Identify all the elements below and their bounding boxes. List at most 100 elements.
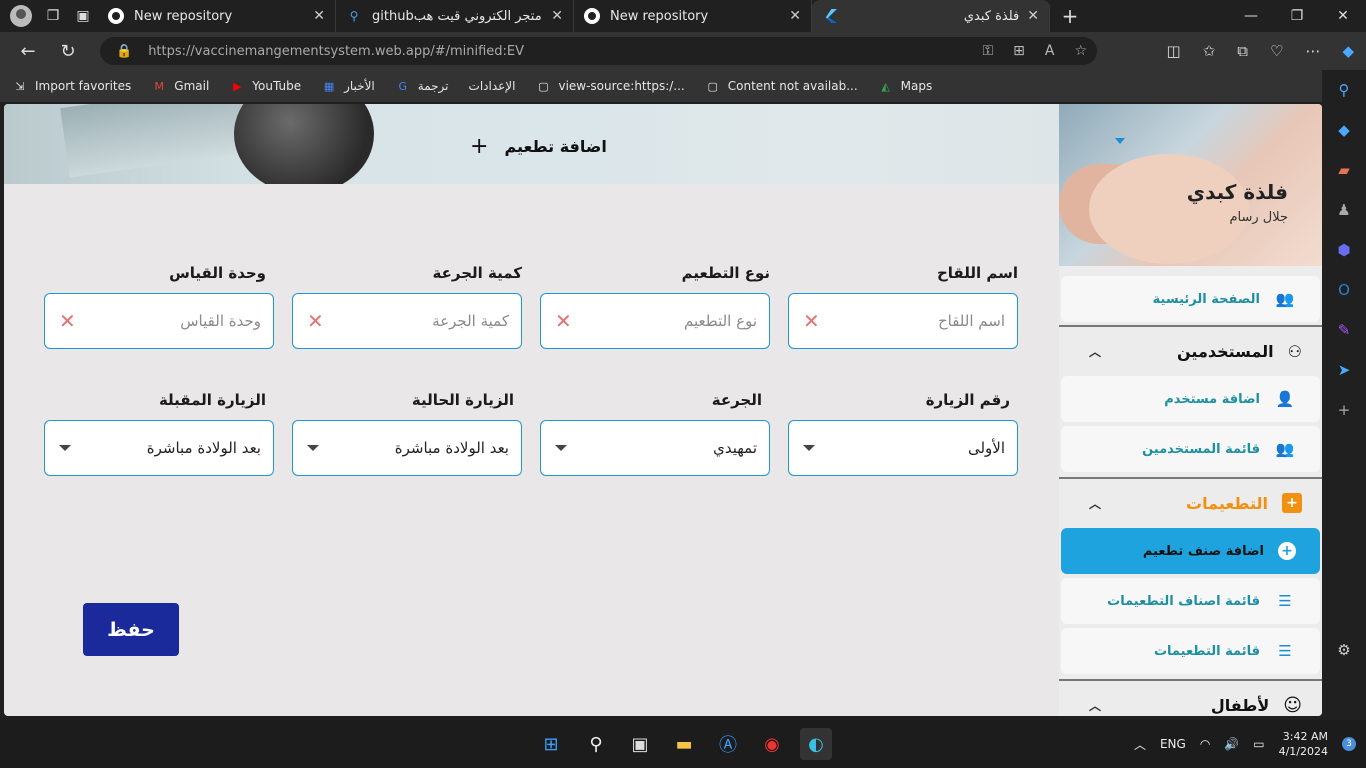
refresh-icon[interactable]: ↻ [48,41,88,62]
copilot-icon[interactable]: ◆ [1342,42,1354,60]
bookmark-view-source[interactable]: ▢ view-source:https:/... [535,78,684,94]
dose-select[interactable]: تمهيدي [540,420,770,476]
menu-item-add-user[interactable]: اضافة مستخدم 👤 [1061,376,1320,422]
menu-item-label: قائمة اصناف التطعيمات [1107,593,1260,609]
collections-icon[interactable]: ⧉ [1237,42,1248,60]
next-visit-value: بعد الولادة مباشرة [146,439,261,457]
games-icon[interactable]: ♟ [1322,190,1366,230]
chevron-up-icon[interactable]: ︿ [1089,495,1101,512]
search-icon[interactable]: ⚲ [580,728,612,760]
wifi-icon[interactable]: ◠ [1200,737,1210,751]
chevron-up-icon[interactable]: ︿ [1134,736,1146,753]
edge-icon[interactable]: ◐ [800,728,832,760]
vaccination-type-field[interactable]: ✕ نوع التطعيم [540,293,770,349]
battery-icon[interactable]: ▭ [1253,737,1264,751]
system-tray: ︿ ENG ◠ 🔊 ▭ 3:42 AM 4/1/2024 3 [1134,720,1356,768]
favorite-star-icon[interactable]: ☆ [1074,43,1087,59]
clear-icon[interactable]: ✕ [307,309,324,333]
add-sidebar-icon[interactable]: + [1322,390,1366,430]
visit-number-value: الأولى [967,439,1005,457]
tools-icon[interactable]: ▰ [1322,150,1366,190]
clear-icon[interactable]: ✕ [803,309,820,333]
page-icon: ▢ [707,79,718,93]
search-icon[interactable]: ⚲ [1322,70,1366,110]
bookmark-translate[interactable]: G ترجمة [395,78,449,94]
start-icon[interactable]: ⊞ [535,728,567,760]
key-icon[interactable]: ⚿ [982,43,993,59]
workspaces-icon[interactable]: ❐ [38,0,68,32]
designer-icon[interactable]: ✎ [1322,310,1366,350]
menu-item-add-vaccine-type[interactable]: اضافة صنف تطعيم + [1061,528,1320,574]
close-window-icon[interactable]: ✕ [1320,0,1366,32]
bookmark-news[interactable]: ▦ الأخبار [321,78,375,94]
vaccine-name-field[interactable]: ✕ اسم اللقاح [788,293,1018,349]
chevron-up-icon[interactable]: ︿ [1089,697,1101,714]
section-label: التطعيمات [1186,493,1268,513]
chevron-up-icon[interactable]: ︿ [1089,343,1101,360]
close-icon[interactable]: ✕ [313,8,325,24]
chrome-icon[interactable]: ◉ [756,728,788,760]
app-window: + اضافة تطعيم اسم اللقاح ✕ اسم اللقاح نو… [4,104,1322,716]
section-children[interactable]: ︿ لأطفال ☺ [1059,679,1322,716]
bookmark-youtube[interactable]: ▶ YouTube [229,78,301,94]
read-aloud-icon[interactable]: A [1045,43,1055,59]
dose-amount-field[interactable]: ✕ كمية الجرعة [292,293,522,349]
send-icon[interactable]: ➤ [1322,350,1366,390]
save-button[interactable]: حفظ [83,603,179,656]
settings-icon[interactable]: ⚙ [1322,630,1366,670]
close-icon[interactable]: ✕ [789,8,801,24]
bookmark-maps[interactable]: ◭ Maps [878,78,932,94]
new-tab-icon[interactable]: + [1050,0,1090,32]
copilot-app-icon[interactable]: ⬢ [1322,230,1366,270]
list-icon: ☰ [1278,592,1292,610]
apps-icon[interactable]: ⊞ [1013,43,1025,59]
app-icon[interactable]: Ⓐ [712,728,744,760]
file-explorer-icon[interactable]: ▬ [668,728,700,760]
clock[interactable]: 3:42 AM 4/1/2024 [1279,729,1328,759]
close-icon[interactable]: ✕ [551,8,563,24]
notification-badge[interactable]: 3 [1342,737,1356,751]
clear-icon[interactable]: ✕ [59,309,76,333]
shopping-icon[interactable]: ◆ [1322,110,1366,150]
bookmark-settings[interactable]: الإعدادات [469,79,516,93]
tab-3[interactable]: New repository ✕ [574,0,812,32]
bookmark-label: YouTube [252,79,302,93]
volume-icon[interactable]: 🔊 [1224,737,1239,751]
current-visit-select[interactable]: بعد الولادة مباشرة [292,420,522,476]
extensions-icon[interactable]: ♡ [1270,42,1283,60]
minimize-icon[interactable]: — [1228,0,1274,32]
profile-avatar[interactable] [10,5,32,27]
close-icon[interactable]: ✕ [1027,8,1039,24]
menu-item-users-list[interactable]: قائمة المستخدمين 👥 [1061,426,1320,472]
url-field[interactable]: 🔒 https://vaccinemangementsystem.web.app… [100,37,1097,65]
next-visit-label: الزيارة المقبلة [158,391,266,409]
visit-number-select[interactable]: الأولى [788,420,1018,476]
split-screen-icon[interactable]: ◫ [1167,42,1181,60]
person-add-icon: 👤 [1275,390,1295,408]
menu-item-vaccinations-list[interactable]: قائمة التطعيمات ☰ [1061,628,1320,674]
tab-2[interactable]: ⚲ githubتطبيق متجر الكتروني قيت هب ✕ [336,0,574,32]
back-icon[interactable]: ← [8,41,48,62]
more-icon[interactable]: ⋯ [1305,42,1320,60]
restore-icon[interactable]: ❐ [1274,0,1320,32]
next-visit-select[interactable]: بعد الولادة مباشرة [44,420,274,476]
tab-1[interactable]: New repository ✕ [98,0,336,32]
section-vaccinations[interactable]: ︿ التطعيمات + [1059,477,1322,527]
task-view-icon[interactable]: ▣ [624,728,656,760]
bookmark-gmail[interactable]: M Gmail [151,78,210,94]
unit-field[interactable]: ✕ وحدة القياس [44,293,274,349]
tab-title: New repository [134,8,233,24]
translate-icon: G [398,79,408,93]
tab-actions-icon[interactable]: ▣ [68,0,98,32]
bookmark-import[interactable]: ⇲ Import favorites [12,78,131,94]
menu-item-vaccine-types-list[interactable]: قائمة اصناف التطعيمات ☰ [1061,578,1320,624]
language-indicator[interactable]: ENG [1160,737,1186,751]
bookmark-content[interactable]: ▢ Content not availab... [705,78,858,94]
favorites-icon[interactable]: ✩ [1203,42,1216,60]
outlook-icon[interactable]: O [1322,270,1366,310]
tab-4[interactable]: فلذة كبدي ✕ [812,0,1050,32]
clear-icon[interactable]: ✕ [555,309,572,333]
menu-item-home[interactable]: الصفحة الرئيسية 👥 [1061,276,1320,322]
section-users[interactable]: ︿ المستخدمين ⚇ [1059,325,1322,375]
bookmark-label: Content not availab... [727,79,858,93]
